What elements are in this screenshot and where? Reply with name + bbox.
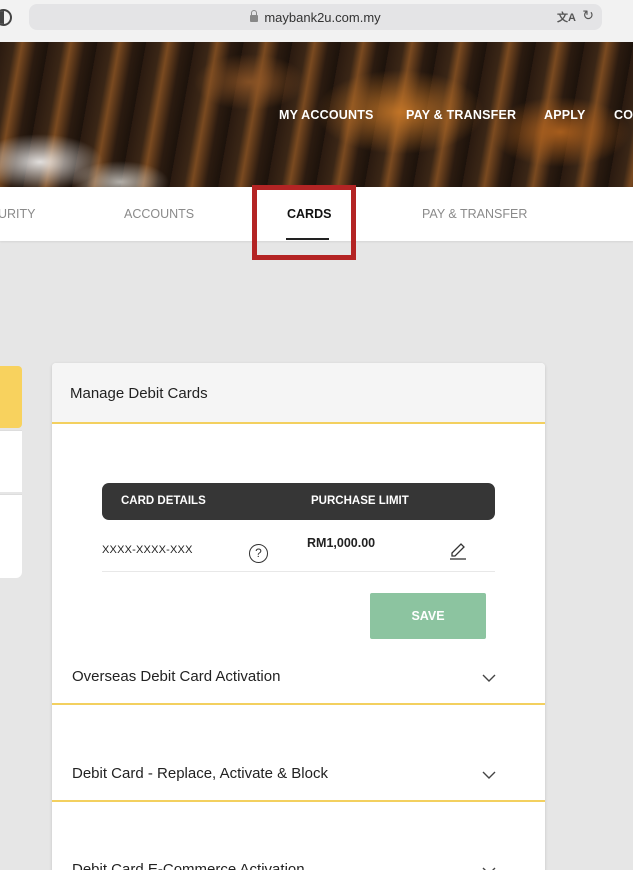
chevron-down-icon: [482, 867, 496, 870]
help-icon[interactable]: ?: [249, 544, 268, 563]
translate-icon[interactable]: 文A: [557, 9, 576, 25]
lock-icon: [250, 10, 259, 22]
purchase-limit-value: RM1,000.00: [307, 536, 376, 550]
panel-header: Manage Debit Cards: [52, 363, 545, 424]
browser-bar: maybank2u.com.my 文A ↻: [0, 0, 633, 42]
reload-icon[interactable]: ↻: [582, 7, 594, 24]
tab-security[interactable]: URITY: [0, 207, 36, 221]
side-menu-item[interactable]: [0, 494, 22, 578]
nav-apply[interactable]: APPLY: [544, 108, 586, 122]
accordion-overseas-activation[interactable]: Overseas Debit Card Activation: [52, 609, 545, 705]
highlight-annotation: [252, 185, 356, 260]
accordion-title: Overseas Debit Card Activation: [72, 668, 281, 685]
manage-debit-cards-panel: Manage Debit Cards CARD DETAILS PURCHASE…: [52, 363, 545, 870]
accordion-title: Debit Card E-Commerce Activation: [72, 861, 305, 870]
accordion-title: Debit Card - Replace, Activate & Block: [72, 765, 328, 782]
table-row: XXXX-XXXX-XXX ? RM1,000.00: [102, 520, 495, 572]
tab-pay-transfer[interactable]: PAY & TRANSFER: [422, 207, 527, 221]
chevron-down-icon: [482, 771, 496, 779]
table-header: CARD DETAILS PURCHASE LIMIT: [102, 483, 495, 520]
side-menu-item[interactable]: [0, 430, 22, 492]
url-text: maybank2u.com.my: [29, 10, 602, 25]
accordion-ecommerce-activation[interactable]: Debit Card E-Commerce Activation: [52, 803, 545, 870]
hero-banner: MY ACCOUNTS PAY & TRANSFER APPLY CO: [0, 42, 633, 187]
shield-icon[interactable]: [0, 9, 12, 26]
column-header-purchase-limit: PURCHASE LIMIT: [311, 495, 409, 507]
pencil-icon[interactable]: [447, 538, 469, 560]
nav-contact[interactable]: CO: [614, 108, 633, 122]
chevron-down-icon: [482, 674, 496, 682]
address-bar[interactable]: maybank2u.com.my 文A ↻: [29, 4, 602, 30]
card-number: XXXX-XXXX-XXX: [102, 544, 193, 556]
nav-my-accounts[interactable]: MY ACCOUNTS: [279, 108, 374, 122]
panel-title: Manage Debit Cards: [70, 385, 208, 402]
side-menu-active-item[interactable]: [0, 366, 22, 428]
tab-accounts[interactable]: ACCOUNTS: [124, 207, 194, 221]
nav-pay-transfer[interactable]: PAY & TRANSFER: [406, 108, 516, 122]
column-header-card-details: CARD DETAILS: [121, 495, 206, 507]
accordion-replace-activate-block[interactable]: Debit Card - Replace, Activate & Block: [52, 706, 545, 802]
